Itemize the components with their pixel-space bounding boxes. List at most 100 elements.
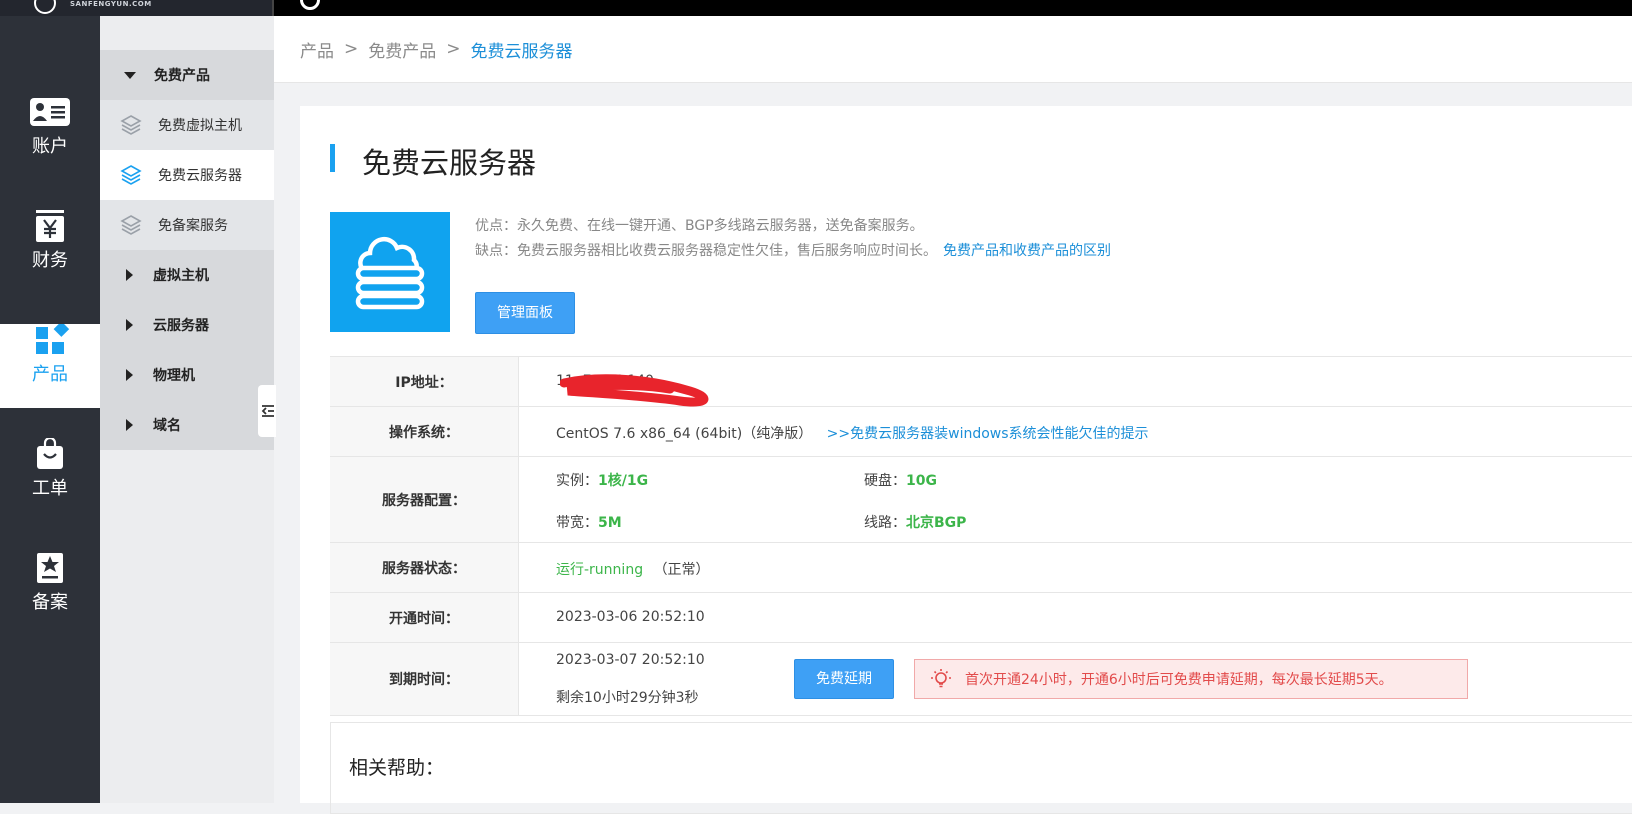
expire-time-value: 2023-03-07 20:52:10: [556, 652, 705, 668]
line-value: 北京BGP: [906, 515, 967, 531]
top-bar: SANFENGYUN.COM: [0, 0, 1632, 16]
account-card-icon: [30, 98, 70, 126]
status-note: （正常）: [653, 562, 710, 578]
os-label: 操作系统：: [330, 407, 519, 456]
layers-icon: [120, 215, 142, 235]
nav-item-ticket[interactable]: 工单: [0, 438, 100, 522]
nav-label-account: 账户: [32, 136, 68, 157]
windows-tip-link[interactable]: >>免费云服务器装windows系统会性能欠佳的提示: [827, 426, 1149, 442]
disk-value: 10G: [906, 473, 937, 489]
lightbulb-icon: [931, 669, 951, 688]
breadcrumb: 产品 > 免费产品 > 免费云服务器: [274, 16, 1632, 83]
caret-right-icon: [126, 269, 133, 281]
submenu-group-physical[interactable]: 物理机: [100, 350, 274, 400]
row-ip: IP地址： 11. 7.194.140: [330, 357, 1632, 407]
submenu-label: 免费虚拟主机: [158, 118, 242, 134]
header-circle-icon: [300, 0, 320, 10]
instance-label: 实例：: [556, 473, 598, 489]
nav-item-filing[interactable]: 备案: [0, 552, 100, 636]
product-card: 免费云服务器 优点：永久免费、在线一键开通、BGP多线路云服务器，送免备案服务。…: [300, 106, 1632, 814]
submenu-group-free-products[interactable]: 免费产品: [100, 50, 274, 100]
disk-label: 硬盘：: [864, 473, 906, 489]
os-value: CentOS 7.6 x86_64 (64bit)（纯净版）: [556, 426, 813, 442]
breadcrumb-separator: >: [344, 39, 359, 59]
open-time-label: 开通时间：: [330, 593, 519, 642]
breadcrumb-root[interactable]: 产品: [300, 37, 334, 62]
filing-star-icon: [37, 553, 63, 583]
open-time-value: 2023-03-06 20:52:10: [556, 609, 705, 625]
submenu-label: 免费产品: [154, 68, 210, 84]
breadcrumb-separator: >: [446, 39, 461, 59]
row-status: 服务器状态： 运行-running （正常）: [330, 543, 1632, 593]
line-label: 线路：: [864, 515, 906, 531]
breadcrumb-current: 免费云服务器: [470, 41, 573, 62]
layers-icon: [120, 165, 142, 185]
submenu-label: 免备案服务: [158, 218, 228, 234]
server-info-table: IP地址： 11. 7.194.140 操作系统： CentOS 7.6 x86…: [330, 356, 1632, 716]
redaction-scribble: [560, 374, 709, 407]
caret-down-icon: [124, 71, 136, 79]
layers-icon: [120, 115, 142, 135]
row-expire-time: 到期时间： 2023-03-07 20:52:10 剩余10小时29分钟3秒 免…: [330, 643, 1632, 716]
manage-panel-button[interactable]: 管理面板: [475, 292, 575, 334]
nav-item-account[interactable]: 账户: [0, 96, 100, 180]
submenu-label: 免费云服务器: [158, 168, 242, 184]
breadcrumb-level2[interactable]: 免费产品: [368, 37, 436, 62]
nav-label-finance: 财务: [32, 250, 68, 271]
cloud-server-logo: [330, 212, 450, 332]
nav-label-ticket: 工单: [32, 478, 68, 499]
products-grid-icon: [36, 324, 70, 354]
nav-label-filing: 备案: [32, 592, 68, 613]
expire-time-label: 到期时间：: [330, 643, 519, 715]
line-spec: 线路：北京BGP: [864, 512, 966, 532]
submenu-label: 虚拟主机: [153, 268, 209, 284]
bandwidth-spec: 带宽：5M: [556, 512, 622, 532]
submenu-label: 云服务器: [153, 318, 209, 334]
nav-item-products[interactable]: 产品: [0, 324, 100, 408]
help-title: 相关帮助：: [349, 757, 445, 779]
finance-yen-icon: [36, 210, 64, 242]
submenu-group-cloud[interactable]: 云服务器: [100, 300, 274, 350]
submenu-item-free-vhost[interactable]: 免费虚拟主机: [100, 100, 274, 150]
row-os: 操作系统： CentOS 7.6 x86_64 (64bit)（纯净版） >>免…: [330, 407, 1632, 457]
instance-spec: 实例：1核/1G: [556, 470, 648, 490]
submenu-group-domain[interactable]: 域名: [100, 400, 274, 450]
pros-text: 优点：永久免费、在线一键开通、BGP多线路云服务器，送免备案服务。: [475, 218, 924, 234]
caret-right-icon: [126, 319, 133, 331]
main-nav: 账户 财务 产品 工单 备案: [0, 16, 100, 803]
free-extend-button[interactable]: 免费延期: [794, 659, 894, 699]
logo-text: SANFENGYUN.COM: [70, 0, 152, 8]
submenu-item-free-filing[interactable]: 免备案服务: [100, 200, 274, 250]
disk-spec: 硬盘：10G: [864, 470, 937, 490]
caret-right-icon: [126, 369, 133, 381]
diff-link[interactable]: 免费产品和收费产品的区别: [943, 243, 1111, 259]
ticket-bag-icon: [37, 438, 63, 469]
cloud-server-icon: [355, 236, 425, 310]
nav-label-products: 产品: [32, 364, 68, 385]
caret-right-icon: [126, 419, 133, 431]
extend-tip: 首次开通24小时，开通6小时后可免费申请延期，每次最长延期5天。: [914, 659, 1468, 699]
extend-tip-text: 首次开通24小时，开通6小时后可免费申请延期，每次最长延期5天。: [965, 672, 1393, 688]
logo[interactable]: SANFENGYUN.COM: [0, 0, 274, 16]
logo-mark-icon: [34, 0, 56, 14]
os-value-group: CentOS 7.6 x86_64 (64bit)（纯净版） >>免费云服务器装…: [556, 423, 1149, 443]
page-title: 免费云服务器: [362, 146, 537, 180]
submenu-label: 域名: [153, 418, 181, 434]
title-accent-bar: [330, 144, 335, 172]
submenu-group-vhost[interactable]: 虚拟主机: [100, 250, 274, 300]
status-value-group: 运行-running （正常）: [556, 559, 710, 579]
product-description: 优点：永久免费、在线一键开通、BGP多线路云服务器，送免备案服务。 缺点：免费云…: [475, 214, 1111, 264]
nav-item-finance[interactable]: 财务: [0, 210, 100, 294]
status-value: 运行-running: [556, 562, 644, 578]
submenu-item-free-cloud[interactable]: 免费云服务器: [100, 150, 274, 200]
row-open-time: 开通时间： 2023-03-06 20:52:10: [330, 593, 1632, 643]
bandwidth-value: 5M: [598, 515, 622, 531]
instance-value: 1核/1G: [598, 473, 649, 489]
bandwidth-label: 带宽：: [556, 515, 598, 531]
submenu-label: 物理机: [153, 368, 195, 384]
ip-label: IP地址：: [330, 357, 519, 406]
help-section: 相关帮助：: [330, 722, 1632, 814]
collapse-submenu-button[interactable]: [258, 385, 276, 437]
product-submenu: 免费产品 免费虚拟主机 免费云服务器 免备案服务 虚拟主机 云服务器 物理机 域…: [100, 16, 274, 803]
config-label: 服务器配置：: [330, 457, 519, 542]
